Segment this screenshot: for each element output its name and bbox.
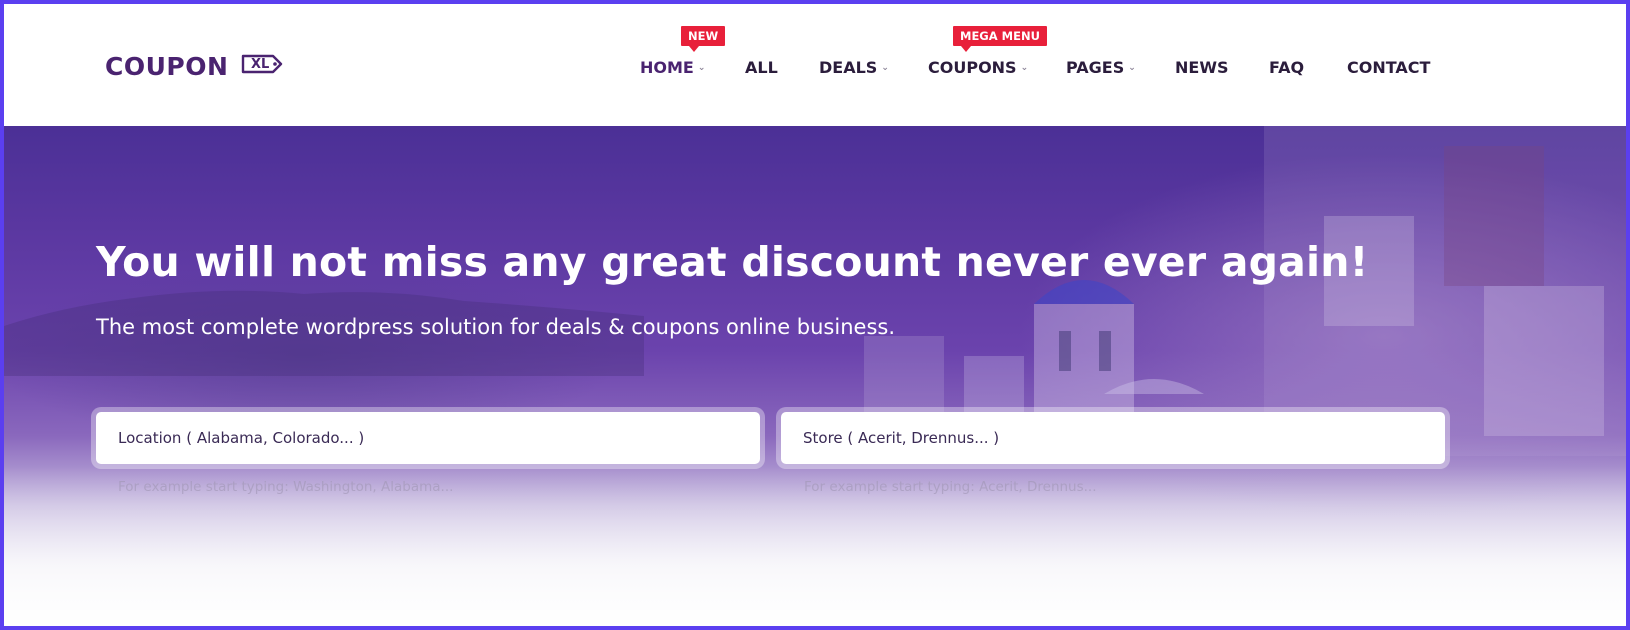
site-header: COUPON XL NEW MEGA MENU HOME ⌄ ALL DEALS… xyxy=(4,4,1626,126)
nav-item-home[interactable]: HOME ⌄ xyxy=(640,54,705,80)
store-search-input[interactable] xyxy=(781,412,1445,464)
chevron-down-icon: ⌄ xyxy=(1128,63,1136,73)
nav-item-coupons[interactable]: COUPONS ⌄ xyxy=(928,54,1028,80)
nav-item-label: FAQ xyxy=(1269,57,1305,77)
store-search-hint: For example start typing: Acerit, Drennu… xyxy=(804,479,1097,495)
nav-item-label: CONTACT xyxy=(1347,57,1431,77)
nav-badge-mega-menu: MEGA MENU xyxy=(953,26,1047,52)
location-search-box xyxy=(96,412,760,464)
nav-item-deals[interactable]: DEALS ⌄ xyxy=(819,54,889,80)
location-search-input[interactable] xyxy=(96,412,760,464)
nav-item-label: HOME xyxy=(640,57,694,77)
nav-item-pages[interactable]: PAGES ⌄ xyxy=(1066,54,1136,80)
nav-item-all[interactable]: ALL xyxy=(745,54,778,80)
hero-title: You will not miss any great discount nev… xyxy=(96,238,1369,286)
main-nav: NEW MEGA MENU HOME ⌄ ALL DEALS ⌄ COUPONS… xyxy=(4,4,1626,126)
nav-badge-new: NEW xyxy=(681,26,726,52)
nav-item-news[interactable]: NEWS xyxy=(1175,54,1229,80)
location-search-hint: For example start typing: Washington, Al… xyxy=(118,479,454,495)
nav-item-contact[interactable]: CONTACT xyxy=(1347,54,1430,80)
nav-item-label: NEWS xyxy=(1175,57,1229,77)
store-search-box xyxy=(781,412,1445,464)
nav-item-label: DEALS xyxy=(819,57,878,77)
chevron-down-icon: ⌄ xyxy=(1020,63,1029,73)
nav-item-label: COUPONS xyxy=(928,57,1017,77)
hero-subtitle: The most complete wordpress solution for… xyxy=(96,315,895,339)
hero-section: You will not miss any great discount nev… xyxy=(4,126,1626,626)
nav-item-label: PAGES xyxy=(1066,57,1125,77)
chevron-down-icon: ⌄ xyxy=(881,63,889,73)
nav-item-faq[interactable]: FAQ xyxy=(1269,54,1304,80)
nav-item-label: ALL xyxy=(745,57,778,77)
chevron-down-icon: ⌄ xyxy=(697,63,706,73)
